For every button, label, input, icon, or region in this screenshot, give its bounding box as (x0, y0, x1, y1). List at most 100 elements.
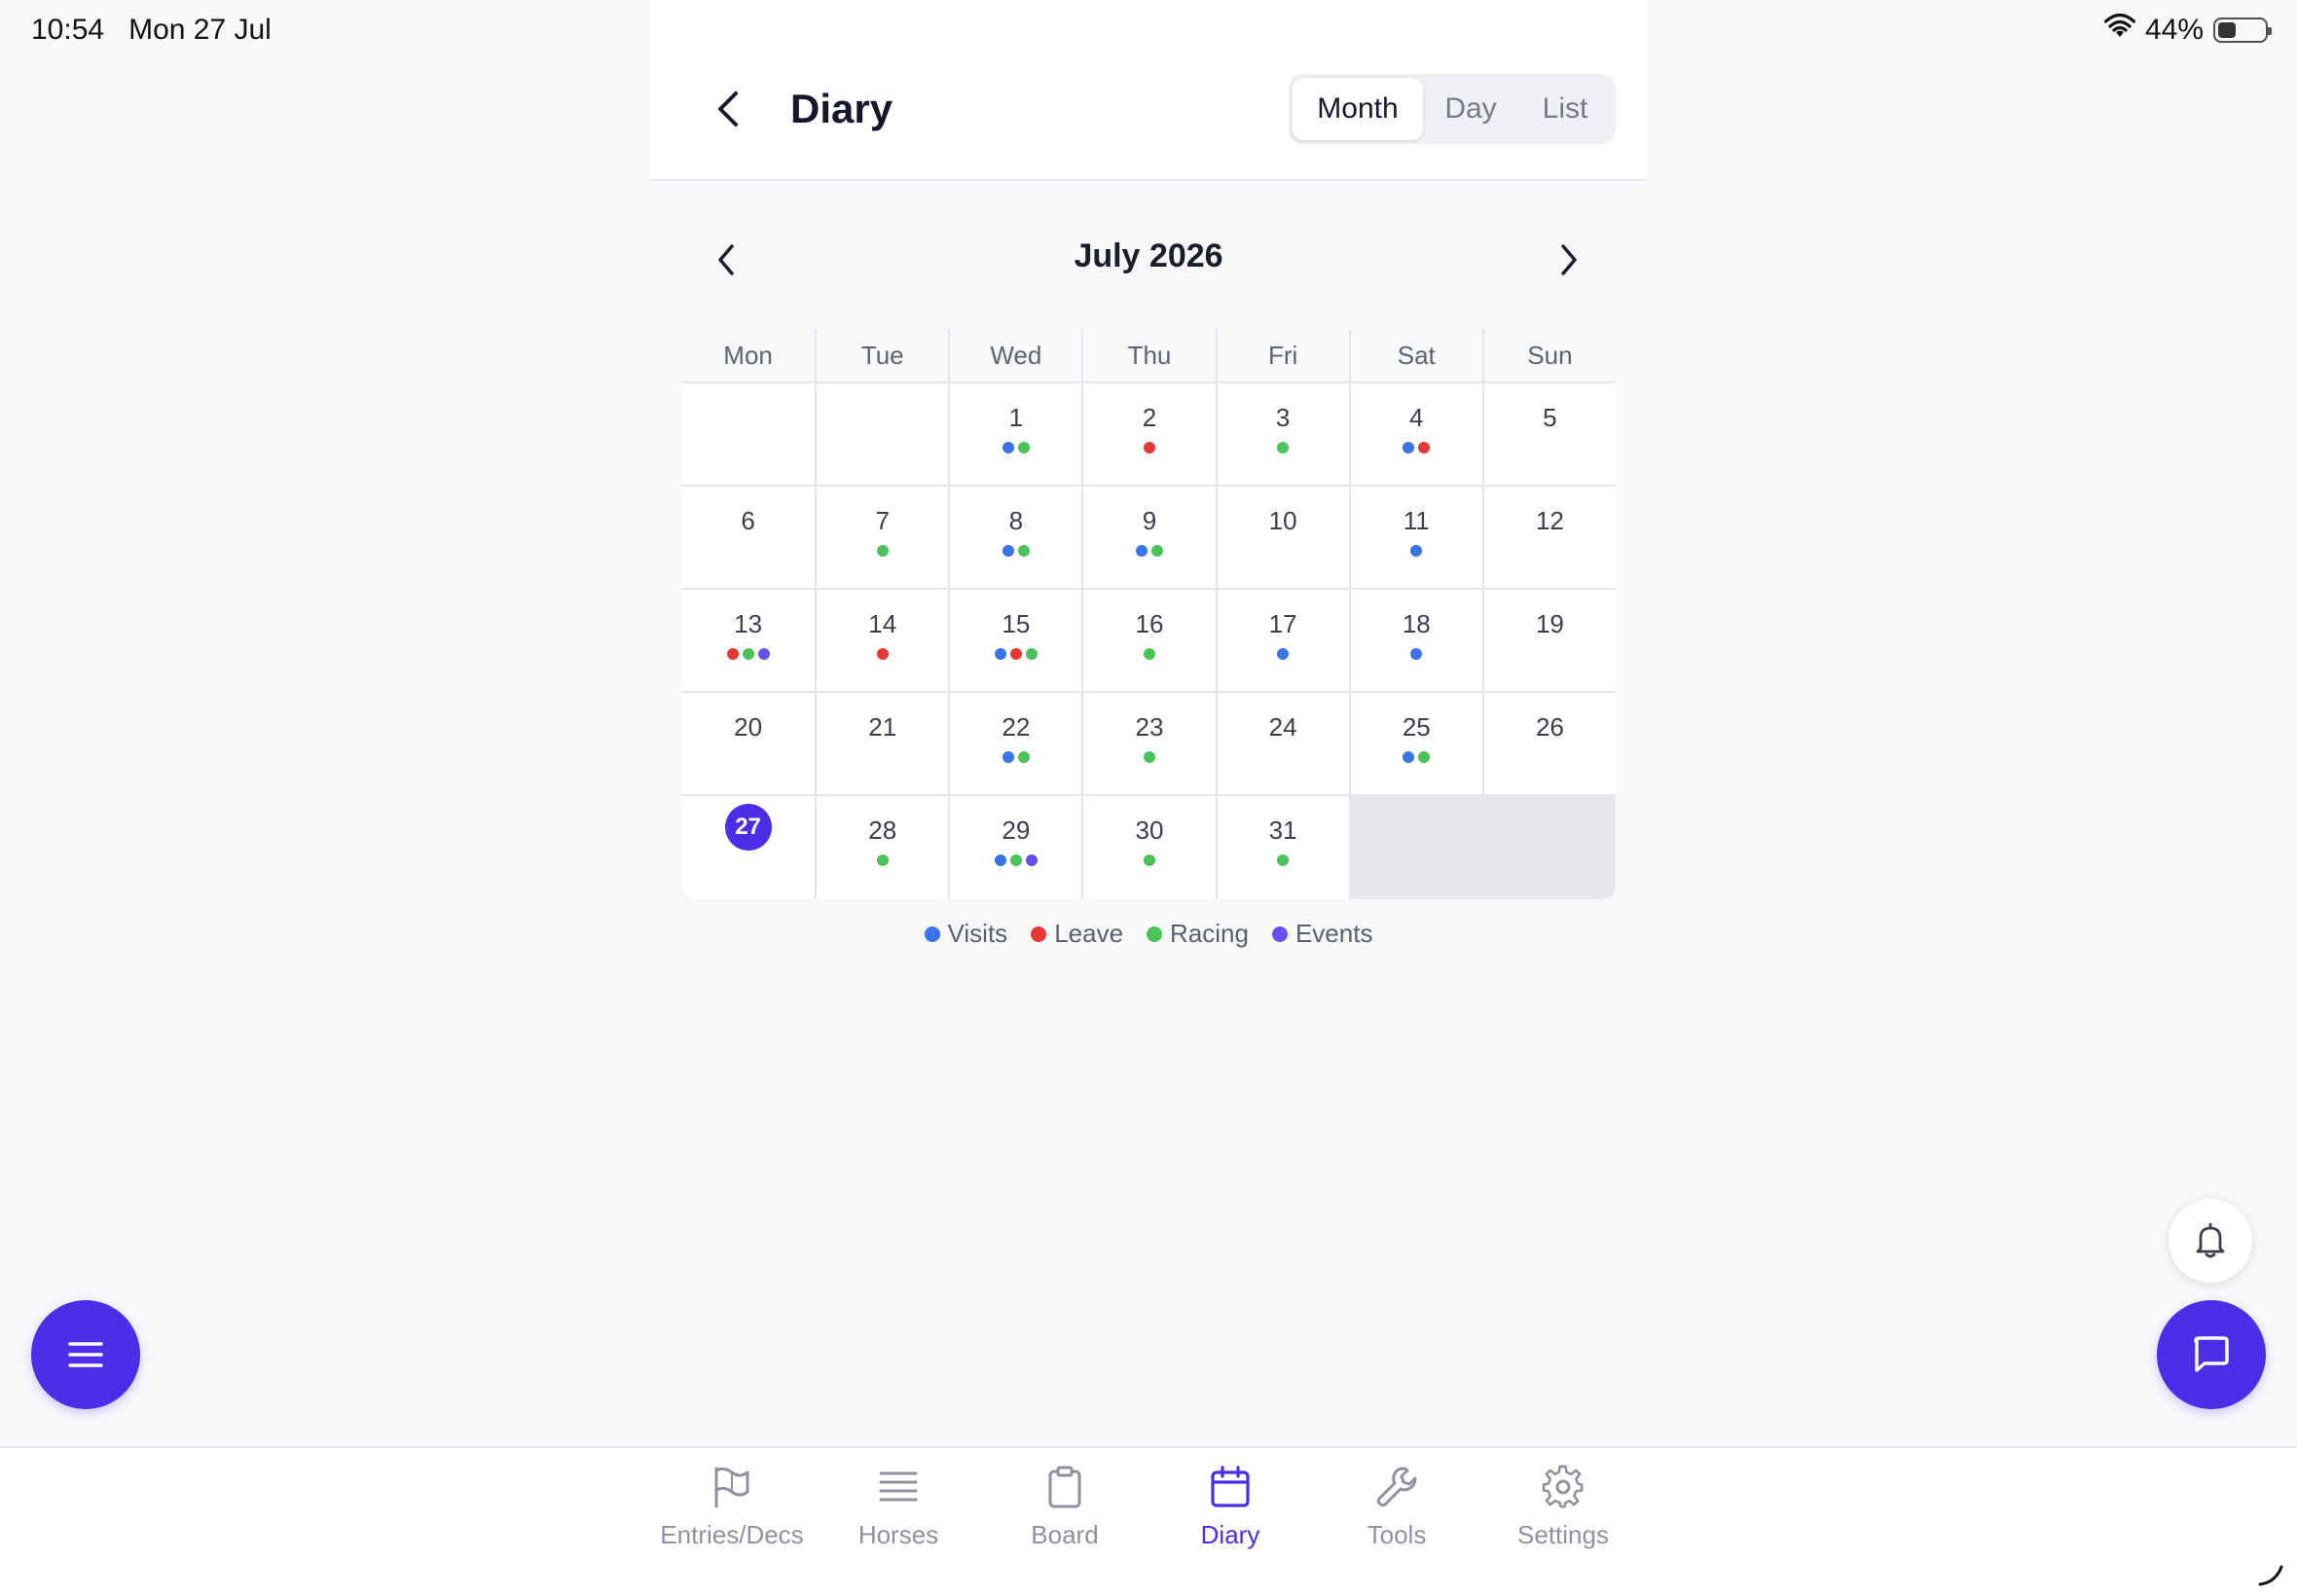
day-number: 18 (1402, 609, 1431, 638)
gear-icon (1542, 1465, 1584, 1508)
day-cell[interactable]: 26 (1481, 693, 1616, 796)
day-number: 21 (868, 712, 897, 742)
visits-dot (994, 648, 1006, 660)
day-number: 13 (734, 609, 763, 638)
visits-dot (1403, 751, 1415, 763)
tab-settings[interactable]: Settings (1476, 1462, 1651, 1550)
racing-dot (1277, 854, 1290, 866)
day-number: 25 (1402, 712, 1431, 742)
events-dot (757, 648, 770, 660)
day-cell[interactable]: 31 (1215, 796, 1349, 899)
weekday-label: Sun (1481, 329, 1616, 381)
tab-entries-decs[interactable]: Entries/Decs (644, 1462, 820, 1550)
day-cell[interactable]: 8 (948, 487, 1082, 590)
status-time: 10:54 (31, 14, 105, 46)
day-cell[interactable]: 4 (1348, 383, 1482, 487)
tab-diary[interactable]: Diary (1143, 1462, 1318, 1550)
menu-button[interactable] (31, 1300, 140, 1409)
day-cell[interactable]: 30 (1081, 796, 1215, 899)
leave-dot (1143, 442, 1155, 453)
event-dots (1351, 442, 1482, 453)
legend-item-events: Events (1271, 919, 1373, 949)
corner-indicator-icon (2258, 1565, 2283, 1586)
day-number: 6 (741, 506, 755, 535)
day-number: 10 (1268, 506, 1297, 535)
visits-dot (1410, 545, 1423, 557)
legend-label: Visits (947, 919, 1008, 948)
day-number: 4 (1409, 403, 1424, 432)
next-month-button[interactable] (1548, 236, 1590, 284)
day-number: 22 (1002, 712, 1031, 742)
racing-dot (1143, 648, 1155, 660)
day-cell[interactable]: 21 (815, 693, 949, 796)
day-cell[interactable]: 16 (1081, 590, 1216, 693)
notifications-button[interactable] (2169, 1199, 2252, 1283)
event-dots (817, 545, 948, 557)
day-cell[interactable]: 23 (1081, 693, 1216, 796)
event-dots (1218, 442, 1349, 453)
tab-label: Settings (1517, 1520, 1609, 1549)
tab-board[interactable]: Board (977, 1462, 1152, 1550)
day-cell[interactable]: 27 (681, 796, 815, 899)
day-cell[interactable]: 20 (681, 693, 816, 796)
day-cell[interactable]: 22 (948, 693, 1082, 796)
day-number: 9 (1142, 506, 1157, 535)
visits-dot (924, 925, 940, 942)
day-cell[interactable]: 25 (1348, 693, 1482, 796)
tab-horses[interactable]: Horses (811, 1462, 986, 1550)
day-cell[interactable]: 12 (1481, 487, 1616, 590)
racing-dot (1017, 545, 1030, 557)
back-button[interactable] (707, 84, 749, 134)
racing-dot (1017, 442, 1030, 453)
day-cell[interactable]: 28 (815, 796, 948, 899)
tab-tools[interactable]: Tools (1309, 1462, 1484, 1550)
day-cell[interactable]: 13 (681, 590, 816, 693)
tab-month[interactable]: Month (1293, 78, 1423, 140)
day-number: 17 (1268, 609, 1297, 638)
racing-dot (1150, 545, 1163, 557)
tab-list[interactable]: List (1518, 78, 1612, 140)
day-cell[interactable]: 9 (1081, 487, 1216, 590)
status-bar-datetime: 10:54 Mon 27 Jul (31, 14, 272, 47)
day-cell[interactable]: 14 (815, 590, 949, 693)
day-cell[interactable]: 1 (948, 383, 1082, 487)
visits-dot (1403, 442, 1415, 453)
day-cell[interactable]: 15 (948, 590, 1082, 693)
day-cell[interactable]: 2 (1081, 383, 1216, 487)
day-cell[interactable]: 5 (1481, 383, 1616, 487)
day-cell[interactable]: 6 (681, 487, 816, 590)
event-dots (1083, 648, 1215, 660)
chat-button[interactable] (2157, 1300, 2266, 1409)
weekday-label: Fri (1215, 329, 1349, 381)
legend-label: Events (1294, 919, 1373, 948)
event-dots (950, 751, 1081, 763)
day-number: 15 (1002, 609, 1031, 638)
day-number: 3 (1275, 403, 1291, 432)
day-cell[interactable]: 10 (1215, 487, 1349, 590)
racing-dot (1025, 648, 1038, 660)
day-cell[interactable]: 24 (1215, 693, 1349, 796)
day-cell[interactable]: 19 (1481, 590, 1616, 693)
visits-dot (1277, 648, 1290, 660)
weekday-header: Mon Tue Wed Thu Fri Sat Sun (681, 329, 1616, 383)
legend-label: Racing (1170, 919, 1249, 948)
visits-dot (1002, 751, 1014, 763)
visits-dot (1002, 545, 1014, 557)
day-cell[interactable]: 18 (1348, 590, 1482, 693)
racing-dot (1277, 442, 1290, 453)
tab-day[interactable]: Day (1423, 78, 1518, 140)
visits-dot (994, 854, 1006, 866)
racing-dot (1017, 751, 1030, 763)
day-cell[interactable]: 17 (1215, 590, 1349, 693)
day-number: 19 (1535, 609, 1564, 638)
day-cell[interactable]: 11 (1348, 487, 1482, 590)
day-cell[interactable]: 3 (1215, 383, 1349, 487)
day-cell[interactable]: 29 (948, 796, 1081, 899)
chevron-right-icon (1561, 244, 1577, 275)
status-date: Mon 27 Jul (128, 14, 272, 46)
racing-dot (1009, 854, 1022, 866)
day-cell[interactable]: 7 (815, 487, 949, 590)
view-switcher: Month Day List (1289, 74, 1616, 144)
month-navigator: July 2026 (650, 226, 1647, 294)
event-dots (1218, 854, 1349, 866)
